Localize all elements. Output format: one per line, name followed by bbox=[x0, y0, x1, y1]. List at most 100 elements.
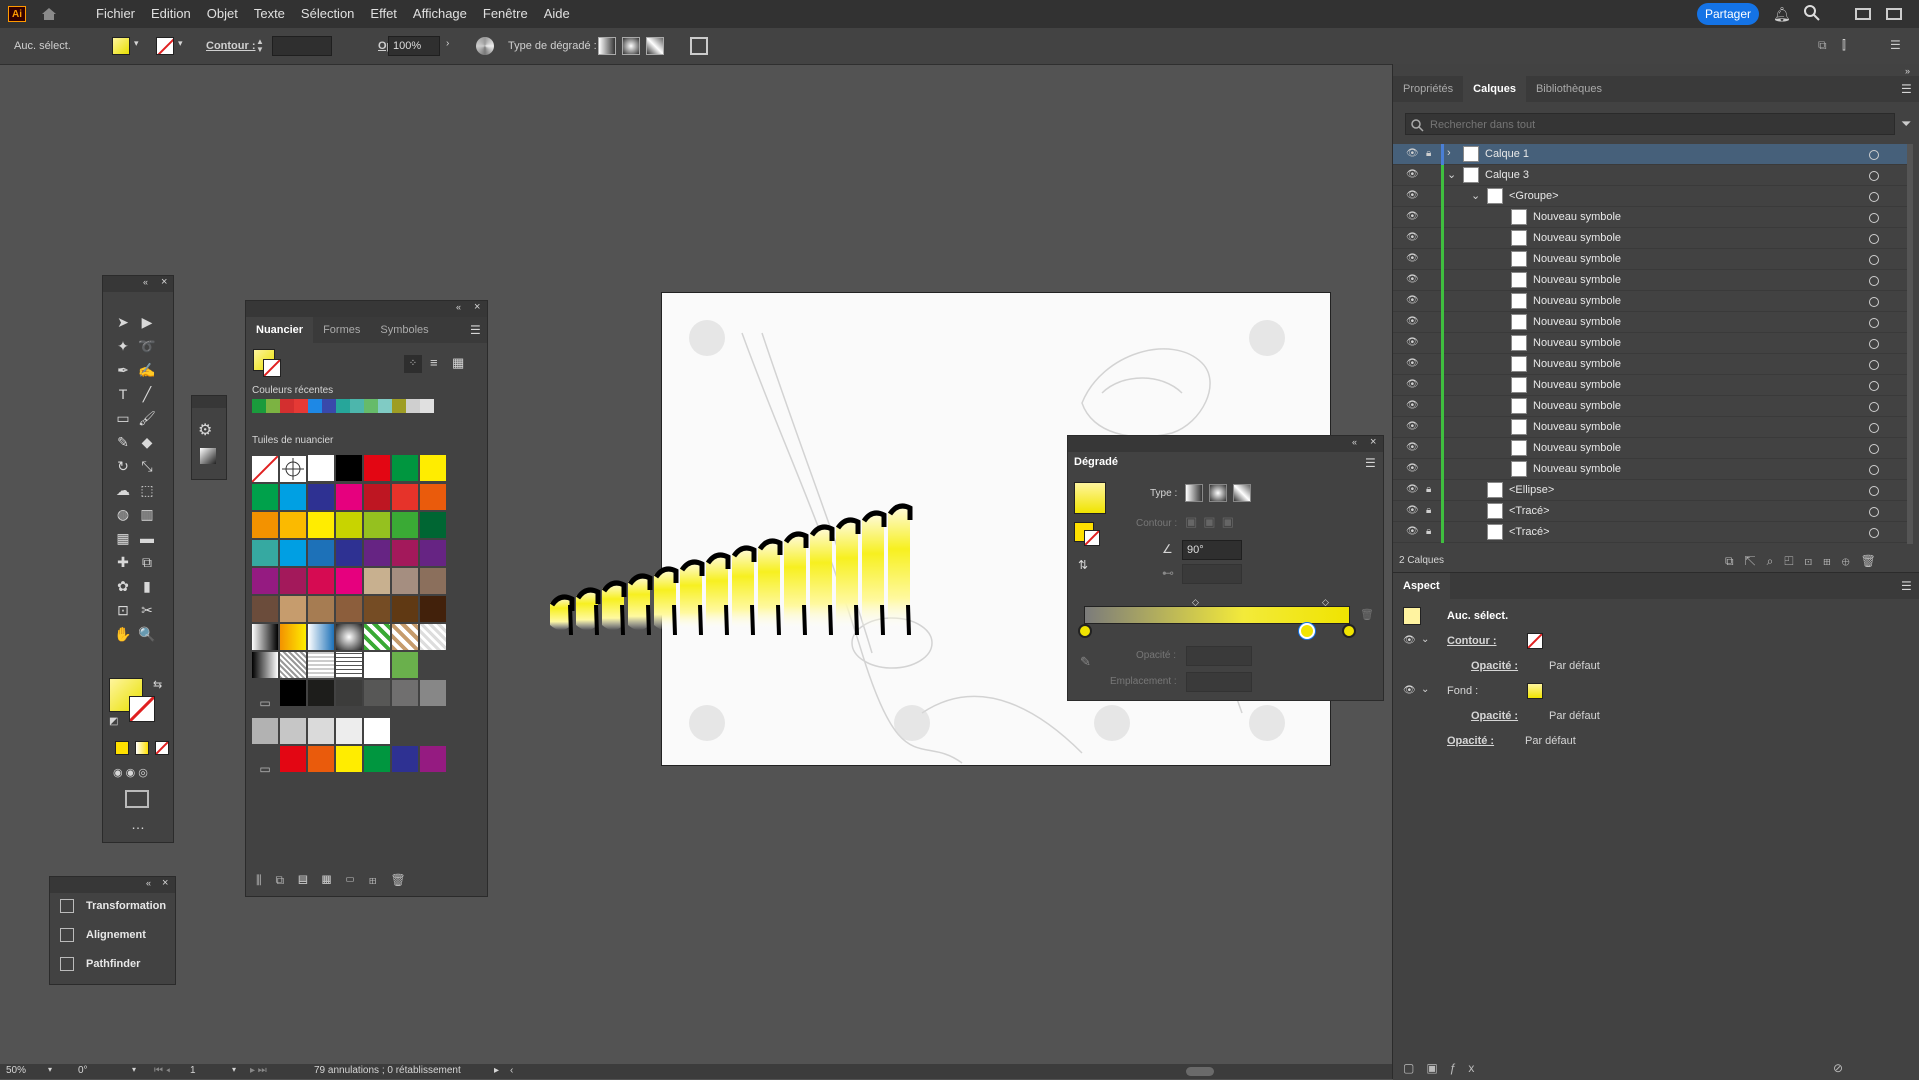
eye-icon[interactable]: 👁︎ bbox=[1403, 685, 1416, 696]
recent-color-swatch[interactable] bbox=[252, 399, 266, 413]
layer-search[interactable] bbox=[1405, 113, 1895, 135]
pattern-swatch[interactable] bbox=[392, 624, 418, 650]
swatch-tile[interactable] bbox=[308, 568, 334, 594]
eye-icon[interactable]: 👁︎ bbox=[1406, 527, 1419, 537]
target-icon[interactable] bbox=[1869, 297, 1879, 307]
menu-5[interactable]: Effet bbox=[362, 0, 405, 28]
paintbrush-icon[interactable]: 🖌 bbox=[136, 407, 158, 429]
target-icon[interactable] bbox=[1869, 486, 1879, 496]
layer-name[interactable]: Nouveau symbole bbox=[1533, 270, 1621, 291]
gradient-mode-button[interactable] bbox=[135, 741, 149, 755]
swatch-tile[interactable] bbox=[280, 484, 306, 510]
gray-swatch[interactable] bbox=[308, 680, 334, 706]
layers-scrollbar[interactable] bbox=[1907, 144, 1913, 544]
panel-link-1[interactable]: Alignement bbox=[50, 922, 175, 951]
layer-row[interactable]: 👁︎ 🔒︎ <Ellipse> bbox=[1393, 480, 1908, 501]
eye-icon[interactable]: 👁︎ bbox=[1406, 443, 1419, 453]
radial-type-button[interactable] bbox=[1209, 484, 1227, 502]
chevron-right-icon[interactable]: › bbox=[1447, 147, 1451, 159]
tab-0[interactable]: Propriétés bbox=[1393, 76, 1463, 102]
gray-swatch[interactable] bbox=[308, 718, 334, 744]
tab-aspect[interactable]: Aspect bbox=[1393, 573, 1450, 599]
swatch-tile[interactable] bbox=[252, 596, 278, 622]
target-icon[interactable] bbox=[1869, 192, 1879, 202]
lock-icon[interactable]: 🔒︎ bbox=[1426, 505, 1431, 516]
graph-icon[interactable]: ▮ bbox=[136, 575, 158, 597]
menu-3[interactable]: Texte bbox=[246, 0, 293, 28]
target-icon[interactable] bbox=[1869, 423, 1879, 433]
clear-appearance-icon[interactable]: ⊘ bbox=[1833, 1061, 1843, 1075]
selection-tool-icon[interactable]: ➤ bbox=[112, 311, 134, 333]
layer-name[interactable]: Nouveau symbole bbox=[1533, 438, 1621, 459]
eye-icon[interactable]: 👁︎ bbox=[1406, 380, 1419, 390]
close-icon[interactable]: × bbox=[474, 301, 480, 313]
target-icon[interactable] bbox=[1869, 381, 1879, 391]
menu-1[interactable]: Edition bbox=[143, 0, 199, 28]
menu-8[interactable]: Aide bbox=[536, 0, 578, 28]
swatch-tile[interactable] bbox=[308, 596, 334, 622]
layer-name[interactable]: Nouveau symbole bbox=[1533, 417, 1621, 438]
target-icon[interactable] bbox=[1869, 213, 1879, 223]
eyedropper-tool-icon[interactable]: ✚ bbox=[112, 551, 134, 573]
chevron-down-icon[interactable]: ▾ bbox=[232, 1065, 236, 1074]
layer-row[interactable]: 👁︎ ⌄ Calque 3 bbox=[1393, 165, 1908, 186]
layer-name[interactable]: Nouveau symbole bbox=[1533, 291, 1621, 312]
swatch-tile[interactable] bbox=[364, 596, 390, 622]
pattern-swatch[interactable] bbox=[308, 624, 334, 650]
swatch-tile[interactable] bbox=[308, 746, 334, 772]
tab-2[interactable]: Bibliothèques bbox=[1526, 76, 1612, 102]
tab-1[interactable]: Calques bbox=[1463, 76, 1526, 102]
swatch-tile[interactable] bbox=[392, 512, 418, 538]
swatch-tile[interactable] bbox=[336, 568, 362, 594]
swatch-tile[interactable] bbox=[420, 596, 446, 622]
chevron-down-icon[interactable]: ▾ bbox=[132, 1065, 136, 1074]
swatch-tile[interactable] bbox=[336, 455, 362, 481]
layer-name[interactable]: <Tracé> bbox=[1509, 522, 1550, 543]
pattern-swatch[interactable] bbox=[364, 652, 390, 678]
recent-color-swatch[interactable] bbox=[392, 399, 406, 413]
pen-tool-icon[interactable]: ✒ bbox=[112, 359, 134, 381]
layer-row[interactable]: 👁︎ Nouveau symbole bbox=[1393, 312, 1908, 333]
pattern-swatch[interactable] bbox=[336, 624, 362, 650]
more-tools-icon[interactable]: … bbox=[131, 816, 145, 832]
gradient-stop-mid[interactable] bbox=[1299, 623, 1315, 639]
aspect-stroke-label[interactable]: Contour : bbox=[1447, 635, 1496, 647]
workspace-icon[interactable] bbox=[1855, 8, 1871, 20]
color-mode-button[interactable] bbox=[115, 741, 129, 755]
eraser-icon[interactable]: ◆ bbox=[136, 431, 158, 453]
recent-color-swatch[interactable] bbox=[266, 399, 280, 413]
radial-gradient-button[interactable] bbox=[622, 37, 640, 55]
zoom-icon[interactable]: 🔍 bbox=[136, 623, 158, 645]
symbol-segment[interactable] bbox=[887, 503, 913, 635]
target-icon[interactable] bbox=[1869, 360, 1879, 370]
screen-mode-icon[interactable] bbox=[125, 790, 149, 808]
stroke-swatch[interactable] bbox=[156, 37, 174, 55]
layer-row[interactable]: 👁︎ Nouveau symbole bbox=[1393, 291, 1908, 312]
symbol-segment[interactable] bbox=[653, 566, 679, 635]
pattern-swatch[interactable] bbox=[280, 652, 306, 678]
scale-icon[interactable]: ⤡ bbox=[136, 455, 158, 477]
layer-search-input[interactable] bbox=[1428, 115, 1872, 135]
aspect-fill-opacity-label[interactable]: Opacité : bbox=[1471, 710, 1518, 722]
lock-icon[interactable]: 🔒︎ bbox=[1426, 484, 1431, 495]
gradient-preview-swatch[interactable] bbox=[1074, 482, 1106, 514]
slice-icon[interactable]: ✂ bbox=[136, 599, 158, 621]
close-icon[interactable]: × bbox=[162, 877, 168, 889]
gray-swatch[interactable] bbox=[392, 680, 418, 706]
tab-1[interactable]: Formes bbox=[313, 317, 370, 343]
layer-name[interactable]: Nouveau symbole bbox=[1533, 249, 1621, 270]
swatch-tile[interactable] bbox=[308, 512, 334, 538]
panel-link-0[interactable]: Transformation bbox=[50, 893, 175, 922]
gradient-stop-end[interactable] bbox=[1342, 624, 1356, 638]
symbol-segment[interactable] bbox=[835, 517, 861, 635]
swatch-tile[interactable] bbox=[308, 455, 334, 481]
filter-icon[interactable]: ⏷ bbox=[1901, 116, 1911, 132]
recent-color-swatch[interactable] bbox=[406, 399, 420, 413]
target-icon[interactable] bbox=[1869, 402, 1879, 412]
rotation-value[interactable]: 0° bbox=[78, 1065, 88, 1076]
stroke-color-tool[interactable] bbox=[129, 696, 155, 722]
layer-row[interactable]: 👁︎ 🔒︎ › Calque 1 bbox=[1393, 144, 1908, 165]
swatch-tile[interactable] bbox=[336, 512, 362, 538]
layer-name[interactable]: Calque 3 bbox=[1485, 165, 1529, 186]
eye-icon[interactable]: 👁︎ bbox=[1406, 254, 1419, 264]
